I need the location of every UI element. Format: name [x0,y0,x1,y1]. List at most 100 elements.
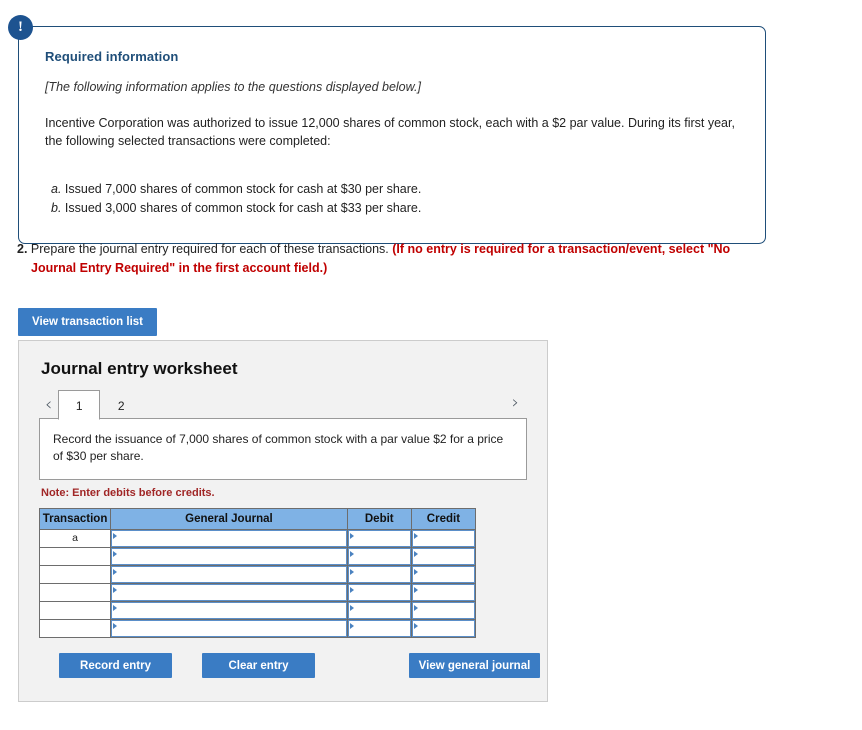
scenario-paragraph: Incentive Corporation was authorized to … [45,116,735,149]
worksheet-tab-1[interactable]: 1 [58,390,101,420]
transaction-cell: a [38,529,112,548]
exclamation-icon: ! [8,15,33,40]
general-journal-input[interactable] [112,531,346,546]
column-header-transaction: Transaction [38,508,112,530]
worksheet-title: Journal entry worksheet [41,359,238,378]
journal-entry-worksheet-panel: Journal entry worksheet ‹ 1 2 › Record t… [18,340,548,702]
list-item: b. Issued 3,000 shares of common stock f… [45,199,739,218]
credit-input[interactable] [412,585,474,600]
general-journal-input-wrapper [111,584,347,601]
debit-input-wrapper [347,566,411,583]
general-journal-input-wrapper [111,602,347,619]
debit-input[interactable] [348,603,410,618]
list-item-text: Issued 7,000 shares of common stock for … [61,182,422,197]
credit-input-cell [410,547,477,566]
credit-input-wrapper [411,566,475,583]
table-row [38,565,477,584]
table-row [38,583,477,602]
general-journal-input[interactable] [112,585,346,600]
credit-input-wrapper [411,530,475,547]
general-journal-input[interactable] [112,621,346,636]
chevron-left-icon[interactable]: ‹ [39,396,58,414]
question-red-line-1: (If no entry is required for a transacti… [392,242,731,256]
credit-input-wrapper [411,584,475,601]
general-journal-input-wrapper [111,548,347,565]
list-item-marker: a. [51,182,62,197]
debit-input[interactable] [348,585,410,600]
chevron-right-icon[interactable]: › [506,394,525,412]
question-red-line-2: Journal Entry Required" in the first acc… [31,260,328,275]
debit-input-cell [346,619,412,638]
column-header-credit: Credit [410,508,477,530]
worksheet-action-buttons: Record entry Clear entry View general jo… [39,653,540,679]
transaction-cell [38,547,112,566]
credit-input[interactable] [412,567,474,582]
table-row [38,619,477,638]
table-header-row: Transaction General Journal Debit Credit [38,508,477,530]
credit-input[interactable] [412,603,474,618]
general-journal-input-cell [110,601,348,620]
general-journal-input-cell [110,619,348,638]
question-text: Prepare the journal entry required for e… [27,242,393,256]
required-information-box: Required information [The following info… [18,26,766,245]
general-journal-input-cell [110,547,348,566]
debit-input-cell [346,583,412,602]
debit-input[interactable] [348,549,410,564]
journal-entry-table: Transaction General Journal Debit Credit… [38,508,477,638]
credit-input-cell [410,583,477,602]
general-journal-input-wrapper [111,530,347,547]
applies-note: [The following information applies to th… [45,80,421,94]
general-journal-input[interactable] [112,603,346,618]
worksheet-tabs: ‹ 1 2 › [39,390,527,420]
general-journal-input-cell [110,529,348,548]
credit-input-cell [410,619,477,638]
debit-input-wrapper [347,548,411,565]
debit-input-cell [346,601,412,620]
table-row [38,547,477,566]
general-journal-input[interactable] [112,549,346,564]
debit-input-cell [346,529,412,548]
question-prompt: 2. Prepare the journal entry required fo… [17,240,807,278]
journal-table-body: a [38,529,477,638]
transaction-cell [38,601,112,620]
worksheet-tab-2[interactable]: 2 [100,392,142,419]
credit-input-cell [410,529,477,548]
list-item-text: Issued 3,000 shares of common stock for … [61,200,422,215]
clear-entry-button[interactable]: Clear entry [202,653,315,678]
debit-input[interactable] [348,567,410,582]
credit-input[interactable] [412,531,474,546]
debit-input-cell [346,565,412,584]
transaction-cell [38,565,112,584]
debit-input-wrapper [347,530,411,547]
table-row: a [38,529,477,548]
table-row [38,601,477,620]
record-entry-button[interactable]: Record entry [59,653,172,678]
transaction-cell [38,619,112,638]
view-general-journal-button[interactable]: View general journal [409,653,540,678]
list-item-marker: b. [51,200,62,215]
required-information-title: Required information [45,49,179,64]
credit-input-cell [410,565,477,584]
credit-input-wrapper [411,548,475,565]
debit-input-wrapper [347,584,411,601]
credit-input[interactable] [412,621,474,636]
column-header-general-journal: General Journal [110,508,348,530]
debit-input-wrapper [347,602,411,619]
credit-input-wrapper [411,602,475,619]
required-information-callout: ! Required information [The following in… [8,15,766,245]
column-header-debit: Debit [346,508,412,530]
credit-input-cell [410,601,477,620]
debit-input[interactable] [348,531,410,546]
view-transaction-list-button[interactable]: View transaction list [18,308,157,336]
debits-before-credits-note: Note: Enter debits before credits. [41,487,215,499]
question-number: 2. [17,242,28,256]
transaction-cell [38,583,112,602]
list-item: a. Issued 7,000 shares of common stock f… [45,180,739,199]
general-journal-input-wrapper [111,566,347,583]
general-journal-input-cell [110,583,348,602]
general-journal-input[interactable] [112,567,346,582]
credit-input-wrapper [411,620,475,637]
credit-input[interactable] [412,549,474,564]
debit-input[interactable] [348,621,410,636]
general-journal-input-wrapper [111,620,347,637]
